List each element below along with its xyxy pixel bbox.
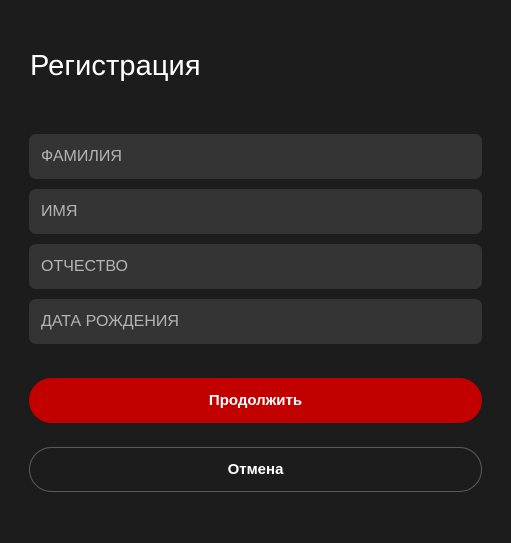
patronymic-field[interactable] xyxy=(29,244,482,289)
registration-dialog: Регистрация Продолжить Отмена xyxy=(0,0,511,543)
cancel-button-label: Отмена xyxy=(227,461,284,478)
dialog-title: Регистрация xyxy=(30,50,201,82)
continue-button[interactable]: Продолжить xyxy=(29,378,482,423)
continue-button-label: Продолжить xyxy=(208,392,303,409)
birth-date-field[interactable] xyxy=(29,299,482,344)
cancel-button[interactable]: Отмена xyxy=(29,447,482,492)
last-name-field[interactable] xyxy=(29,134,482,179)
first-name-field[interactable] xyxy=(29,189,482,234)
